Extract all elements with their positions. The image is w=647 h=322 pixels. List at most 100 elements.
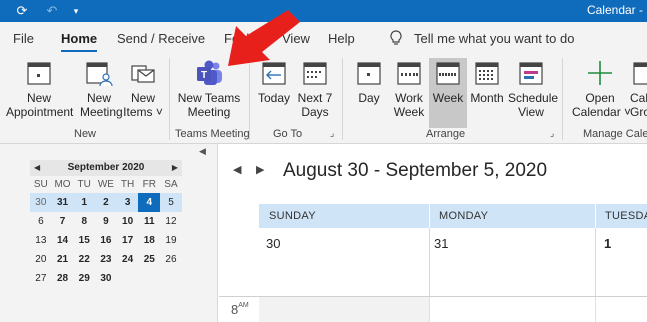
week-view-label: Week <box>432 91 464 105</box>
mini-calendar-day[interactable]: 12 <box>160 212 182 231</box>
time-slot[interactable] <box>430 297 596 322</box>
month-view-icon <box>475 62 499 85</box>
weekday-header: SA <box>164 179 178 190</box>
mini-calendar-day[interactable]: 29 <box>73 269 95 288</box>
calendar-groups-label-2: Gro <box>630 105 647 119</box>
mini-calendar-day[interactable]: 27 <box>30 269 52 288</box>
schedule-view-icon <box>519 62 543 85</box>
sync-icon[interactable]: ⟳ <box>14 3 30 19</box>
teams-icon: T <box>197 60 222 85</box>
new-appointment-button[interactable]: New Appointment <box>6 58 73 124</box>
arrange-dialog-launcher-icon[interactable]: ⌟ <box>550 128 554 139</box>
week-view-button[interactable]: Week <box>429 58 467 128</box>
tab-file[interactable]: File <box>13 31 34 46</box>
next-7-days-icon <box>303 62 327 85</box>
day-date-sunday: 30 <box>266 236 281 251</box>
mini-calendar-day[interactable]: 13 <box>30 231 52 250</box>
mini-calendar-day[interactable]: 5 <box>160 193 182 212</box>
week-view-icon <box>436 62 460 85</box>
work-week-icon <box>397 62 421 85</box>
mini-calendar-day[interactable]: 1 <box>73 193 96 212</box>
mini-calendar-grid: SU MO TU WE TH FR SA 30 31 1 2 3 4 5 6 7… <box>30 176 182 288</box>
time-slot[interactable] <box>596 297 647 322</box>
mini-calendar-today[interactable]: 4 <box>138 193 161 212</box>
previous-week-icon[interactable]: ◀ <box>233 163 241 176</box>
new-items-label-1: New <box>130 91 155 105</box>
today-label: Today <box>257 91 291 105</box>
tab-help[interactable]: Help <box>328 31 355 46</box>
mini-calendar-day <box>117 269 139 288</box>
group-separator <box>169 58 170 140</box>
mini-calendar-day[interactable]: 30 <box>30 193 52 212</box>
time-slot[interactable] <box>259 297 430 322</box>
time-label-suffix: AM <box>238 302 249 309</box>
day-column-monday[interactable]: 31 <box>430 228 596 296</box>
day-date-tuesday: 1 <box>604 236 612 251</box>
month-view-button[interactable]: Month <box>469 58 505 124</box>
tab-home[interactable]: Home <box>61 31 98 52</box>
mini-calendar-day <box>138 269 160 288</box>
group-label-manage-calendars: Manage Calendars <box>583 128 647 140</box>
calendar-groups-icon <box>633 62 647 85</box>
ribbon: New Appointment New Meeting New Items ˅ … <box>0 54 647 144</box>
day-column-tuesday[interactable]: 1 <box>596 228 647 296</box>
collapse-pane-icon[interactable]: ◀ <box>199 146 206 157</box>
mini-calendar-day[interactable]: 26 <box>160 250 182 269</box>
mini-calendar-day[interactable]: 30 <box>95 269 117 288</box>
mini-calendar-day[interactable]: 22 <box>73 250 95 269</box>
weekday-header: WE <box>97 179 114 190</box>
go-to-dialog-launcher-icon[interactable]: ⌟ <box>330 128 334 139</box>
group-label-go-to: Go To <box>273 128 303 140</box>
group-label-teams-meeting: Teams Meeting <box>175 128 250 140</box>
mini-calendar-day[interactable]: 11 <box>138 212 160 231</box>
schedule-view-button[interactable]: Schedule View <box>508 58 558 124</box>
calendar-icon <box>27 62 51 85</box>
prev-month-icon[interactable]: ◀ <box>34 160 40 176</box>
month-view-label: Month <box>470 91 504 105</box>
time-label: 8AM <box>231 302 249 317</box>
next-month-icon[interactable]: ▶ <box>172 160 178 176</box>
mini-calendar-day[interactable]: 23 <box>95 250 117 269</box>
new-meeting-button[interactable]: New Meeting <box>80 58 123 124</box>
mini-calendar-day[interactable]: 14 <box>52 231 74 250</box>
title-bar: ⟳ ↶ ▾ Calendar - <box>0 0 647 22</box>
mini-calendar-day[interactable]: 17 <box>117 231 139 250</box>
new-meeting-label-1: New <box>86 91 111 105</box>
open-calendar-button[interactable]: Open Calendar ˅ <box>572 58 632 124</box>
mini-calendar-day[interactable]: 31 <box>51 193 74 212</box>
mini-calendar-day <box>160 269 182 288</box>
mini-calendar-day[interactable]: 2 <box>95 193 117 212</box>
mini-calendar-day[interactable]: 24 <box>117 250 139 269</box>
mini-calendar-day[interactable]: 6 <box>30 212 52 231</box>
mini-calendar-day[interactable]: 19 <box>160 231 182 250</box>
day-view-button[interactable]: Day <box>352 58 386 124</box>
mini-calendar-day[interactable]: 9 <box>95 212 117 231</box>
mini-calendar: ◀ September 2020 ▶ SU MO TU WE TH FR SA … <box>30 160 182 288</box>
mini-calendar-day[interactable]: 20 <box>30 250 52 269</box>
mini-calendar-day[interactable]: 8 <box>73 212 95 231</box>
day-header-tuesday: TUESDA <box>605 210 647 222</box>
mini-calendar-day[interactable]: 25 <box>138 250 160 269</box>
mini-calendar-day[interactable]: 7 <box>52 212 74 231</box>
new-items-button[interactable]: New Items ˅ <box>121 58 165 124</box>
mini-calendar-day[interactable]: 10 <box>117 212 139 231</box>
mini-calendar-day[interactable]: 3 <box>116 193 139 212</box>
tell-me-search[interactable]: Tell me what you want to do <box>414 31 574 46</box>
mini-calendar-day[interactable]: 15 <box>73 231 95 250</box>
calendar-groups-button[interactable]: Cal Gro <box>630 58 647 124</box>
mini-calendar-day[interactable]: 18 <box>138 231 160 250</box>
tab-send-receive[interactable]: Send / Receive <box>117 31 205 46</box>
mini-calendar-day[interactable]: 21 <box>52 250 74 269</box>
calendar-groups-label-1: Cal <box>630 91 647 105</box>
new-items-label-2: Items ˅ <box>123 105 163 119</box>
mini-calendar-day[interactable]: 28 <box>52 269 74 288</box>
day-header-sunday: SUNDAY <box>269 210 316 222</box>
open-calendar-label-2: Calendar ˅ <box>572 105 632 119</box>
next-week-icon[interactable]: ▶ <box>256 163 264 176</box>
day-column-sunday[interactable]: 30 <box>259 228 430 296</box>
work-week-view-button[interactable]: Work Week <box>390 58 428 124</box>
undo-icon[interactable]: ↶ <box>44 3 60 19</box>
mini-calendar-day[interactable]: 16 <box>95 231 117 250</box>
customize-toolbar-icon[interactable]: ▾ <box>68 3 84 19</box>
work-week-label-2: Week <box>393 105 425 119</box>
